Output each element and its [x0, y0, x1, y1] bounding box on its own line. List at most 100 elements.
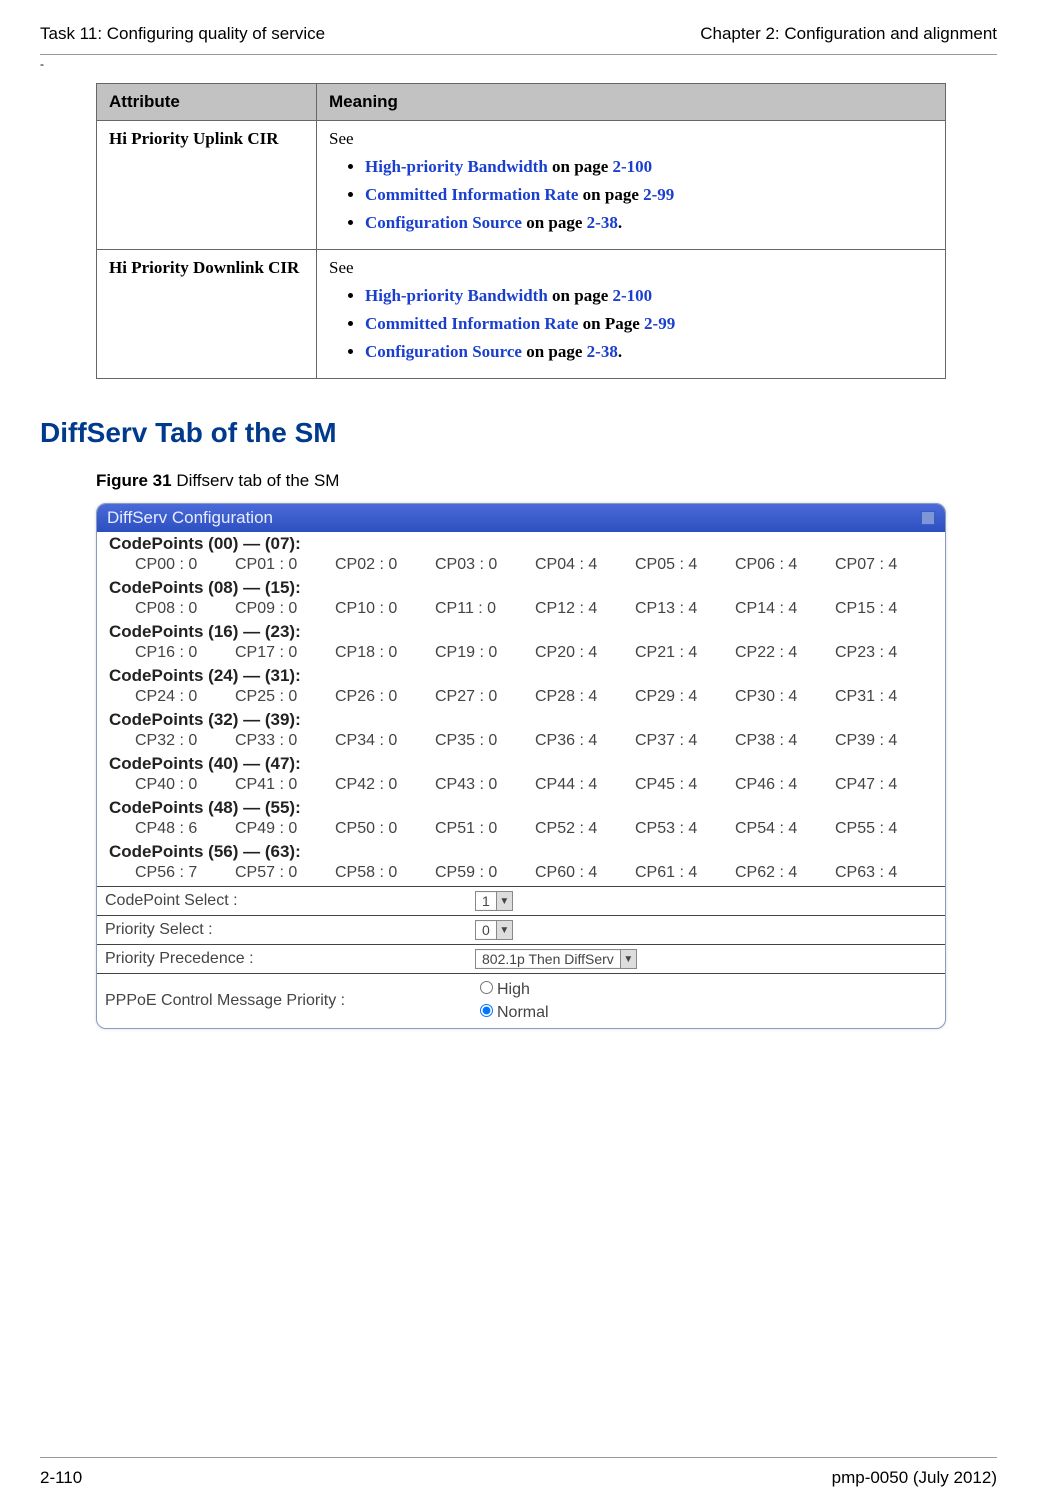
codepoint-value: CP41 : 0 — [235, 776, 335, 794]
codepoint-value: CP00 : 0 — [135, 556, 235, 574]
codepoint-value: CP16 : 0 — [135, 644, 235, 662]
pppoe-row: PPPoE Control Message Priority : High No… — [97, 973, 945, 1028]
collapse-icon[interactable] — [921, 511, 935, 525]
chevron-down-icon: ▼ — [620, 950, 636, 968]
codepoint-value: CP32 : 0 — [135, 732, 235, 750]
codepoint-row: CP32 : 0CP33 : 0CP34 : 0CP35 : 0CP36 : 4… — [105, 730, 937, 754]
codepoint-row: CP48 : 6CP49 : 0CP50 : 0CP51 : 0CP52 : 4… — [105, 818, 937, 842]
codepoint-value: CP09 : 0 — [235, 600, 335, 618]
xref-link[interactable]: Committed Information Rate — [365, 314, 578, 333]
codepoint-value: CP17 : 0 — [235, 644, 335, 662]
attribute-cell: Hi Priority Downlink CIR — [97, 250, 317, 379]
codepoint-value: CP11 : 0 — [435, 600, 535, 618]
codepoint-value: CP63 : 4 — [835, 864, 935, 882]
xref-link[interactable]: Configuration Source — [365, 342, 522, 361]
priority-precedence-select[interactable]: 802.1p Then DiffServ ▼ — [475, 949, 637, 969]
codepoint-value: CP62 : 4 — [735, 864, 835, 882]
priority-select-label: Priority Select : — [105, 921, 475, 939]
codepoint-select[interactable]: 1 ▼ — [475, 891, 513, 911]
decorative-dash: - — [40, 59, 997, 69]
codepoint-value: CP53 : 4 — [635, 820, 735, 838]
xref-link[interactable]: Committed Information Rate — [365, 185, 578, 204]
page-ref[interactable]: 2-100 — [613, 286, 653, 305]
codepoint-group-head: CodePoints (48) — (55): — [105, 798, 937, 818]
page-ref[interactable]: 2-38 — [587, 342, 618, 361]
attribute-table: Attribute Meaning Hi Priority Uplink CIR… — [96, 83, 946, 379]
xref-link[interactable]: High-priority Bandwidth — [365, 286, 548, 305]
codepoint-row: CP08 : 0CP09 : 0CP10 : 0CP11 : 0CP12 : 4… — [105, 598, 937, 622]
pppoe-normal-text: Normal — [497, 1004, 549, 1021]
codepoint-value: CP25 : 0 — [235, 688, 335, 706]
codepoint-group-head: CodePoints (40) — (47): — [105, 754, 937, 774]
codepoint-value: CP44 : 4 — [535, 776, 635, 794]
codepoint-value: CP39 : 4 — [835, 732, 935, 750]
panel-title-text: DiffServ Configuration — [107, 508, 273, 528]
priority-precedence-row: Priority Precedence : 802.1p Then DiffSe… — [97, 944, 945, 973]
xref-item: Configuration Source on page 2-38. — [365, 342, 933, 362]
codepoint-value: CP50 : 0 — [335, 820, 435, 838]
codepoint-value: CP29 : 4 — [635, 688, 735, 706]
codepoint-value: CP56 : 7 — [135, 864, 235, 882]
codepoint-value: CP20 : 4 — [535, 644, 635, 662]
codepoint-value: CP36 : 4 — [535, 732, 635, 750]
codepoint-value: CP60 : 4 — [535, 864, 635, 882]
header-task: Task 11: Configuring quality of service — [40, 24, 325, 44]
codepoint-value: CP26 : 0 — [335, 688, 435, 706]
codepoint-value: CP23 : 4 — [835, 644, 935, 662]
codepoint-value: CP07 : 4 — [835, 556, 935, 574]
codepoint-value: CP15 : 4 — [835, 600, 935, 618]
figure-caption: Figure 31 Diffserv tab of the SM — [96, 471, 997, 491]
pppoe-high-radio[interactable] — [480, 981, 493, 994]
codepoint-value: CP02 : 0 — [335, 556, 435, 574]
codepoint-value: CP14 : 4 — [735, 600, 835, 618]
th-attribute: Attribute — [97, 84, 317, 121]
chevron-down-icon: ▼ — [496, 892, 512, 910]
codepoint-value: CP30 : 4 — [735, 688, 835, 706]
section-title: DiffServ Tab of the SM — [40, 417, 997, 449]
codepoint-group-head: CodePoints (08) — (15): — [105, 578, 937, 598]
page-ref[interactable]: 2-99 — [644, 314, 675, 333]
codepoint-value: CP04 : 4 — [535, 556, 635, 574]
codepoints-block: CodePoints (00) — (07):CP00 : 0CP01 : 0C… — [97, 532, 945, 886]
meaning-cell: SeeHigh-priority Bandwidth on page 2-100… — [317, 121, 946, 250]
xref-item: High-priority Bandwidth on page 2-100 — [365, 157, 933, 177]
codepoint-value: CP54 : 4 — [735, 820, 835, 838]
pppoe-high-text: High — [497, 981, 530, 998]
page-header: Task 11: Configuring quality of service … — [40, 20, 997, 55]
footer-page: 2-110 — [40, 1468, 82, 1488]
figure-label: Figure 31 — [96, 471, 172, 490]
codepoint-row: CP16 : 0CP17 : 0CP18 : 0CP19 : 0CP20 : 4… — [105, 642, 937, 666]
codepoint-value: CP03 : 0 — [435, 556, 535, 574]
meaning-cell: SeeHigh-priority Bandwidth on page 2-100… — [317, 250, 946, 379]
codepoint-value: CP59 : 0 — [435, 864, 535, 882]
codepoint-value: CP42 : 0 — [335, 776, 435, 794]
priority-select-row: Priority Select : 0 ▼ — [97, 915, 945, 944]
th-meaning: Meaning — [317, 84, 946, 121]
pppoe-label: PPPoE Control Message Priority : — [105, 992, 475, 1010]
codepoint-value: CP18 : 0 — [335, 644, 435, 662]
page-ref[interactable]: 2-99 — [643, 185, 674, 204]
codepoint-group-head: CodePoints (24) — (31): — [105, 666, 937, 686]
codepoint-value: CP34 : 0 — [335, 732, 435, 750]
codepoint-group-head: CodePoints (56) — (63): — [105, 842, 937, 862]
codepoint-value: CP61 : 4 — [635, 864, 735, 882]
codepoint-row: CP40 : 0CP41 : 0CP42 : 0CP43 : 0CP44 : 4… — [105, 774, 937, 798]
page-footer: 2-110 pmp-0050 (July 2012) — [40, 1457, 997, 1488]
codepoint-value: CP24 : 0 — [135, 688, 235, 706]
codepoint-value: CP12 : 4 — [535, 600, 635, 618]
pppoe-normal-radio[interactable] — [480, 1004, 493, 1017]
page-ref[interactable]: 2-38 — [587, 213, 618, 232]
codepoint-value: CP01 : 0 — [235, 556, 335, 574]
attribute-cell: Hi Priority Uplink CIR — [97, 121, 317, 250]
codepoint-value: CP19 : 0 — [435, 644, 535, 662]
codepoint-select-row: CodePoint Select : 1 ▼ — [97, 886, 945, 915]
codepoint-group-head: CodePoints (16) — (23): — [105, 622, 937, 642]
priority-select[interactable]: 0 ▼ — [475, 920, 513, 940]
codepoint-value: CP58 : 0 — [335, 864, 435, 882]
codepoint-group-head: CodePoints (32) — (39): — [105, 710, 937, 730]
codepoint-row: CP24 : 0CP25 : 0CP26 : 0CP27 : 0CP28 : 4… — [105, 686, 937, 710]
codepoint-value: CP08 : 0 — [135, 600, 235, 618]
xref-link[interactable]: High-priority Bandwidth — [365, 157, 548, 176]
xref-link[interactable]: Configuration Source — [365, 213, 522, 232]
page-ref[interactable]: 2-100 — [613, 157, 653, 176]
